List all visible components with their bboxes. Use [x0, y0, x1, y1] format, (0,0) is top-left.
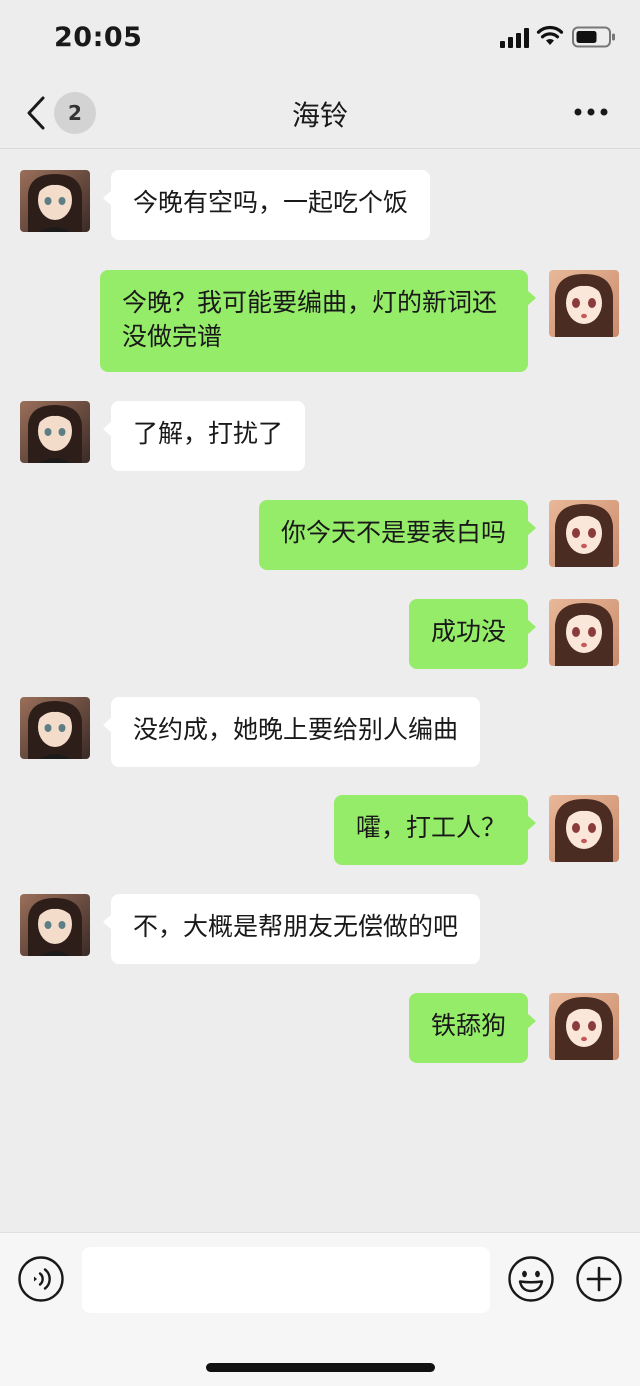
contact-avatar[interactable] — [20, 170, 90, 232]
message-bubble-received[interactable]: 没约成，她晚上要给别人编曲 — [102, 697, 481, 767]
message-bubble-received[interactable]: 了解，打扰了 — [102, 401, 306, 471]
message-bubble-received[interactable]: 今晚有空吗，一起吃个饭 — [102, 170, 431, 240]
message-bubble-sent[interactable]: 你今天不是要表白吗 — [258, 500, 537, 570]
status-bar: 20:05 — [0, 0, 640, 78]
signal-icon — [500, 28, 529, 48]
more-icon[interactable] — [574, 108, 608, 116]
contact-avatar[interactable] — [20, 401, 90, 463]
input-bar — [0, 1232, 640, 1386]
message-bubble-sent[interactable]: 嚯，打工人？ — [333, 795, 537, 865]
my-avatar[interactable] — [549, 795, 619, 862]
contact-avatar[interactable] — [20, 894, 90, 956]
home-indicator — [206, 1363, 435, 1372]
message-bubble-sent[interactable]: 成功没 — [408, 599, 537, 669]
message-bubble-sent[interactable]: 铁舔狗 — [408, 993, 537, 1063]
my-avatar[interactable] — [549, 599, 619, 666]
chat-header: 2 海铃 — [0, 78, 640, 149]
message-bubble-received[interactable]: 不，大概是帮朋友无偿做的吧 — [102, 894, 481, 964]
message-input[interactable] — [82, 1247, 490, 1313]
status-time: 20:05 — [54, 22, 143, 53]
battery-icon — [572, 26, 615, 48]
my-avatar[interactable] — [549, 270, 619, 337]
my-avatar[interactable] — [549, 500, 619, 567]
plus-icon[interactable] — [576, 1256, 622, 1302]
my-avatar[interactable] — [549, 993, 619, 1060]
wifi-icon — [536, 25, 564, 45]
contact-avatar[interactable] — [20, 697, 90, 759]
chat-title: 海铃 — [291, 99, 348, 132]
voice-icon[interactable] — [18, 1256, 64, 1302]
message-bubble-sent[interactable]: 今晚？我可能要编曲，灯的新词还没做完谱 — [100, 270, 536, 372]
emoji-icon[interactable] — [508, 1256, 554, 1302]
